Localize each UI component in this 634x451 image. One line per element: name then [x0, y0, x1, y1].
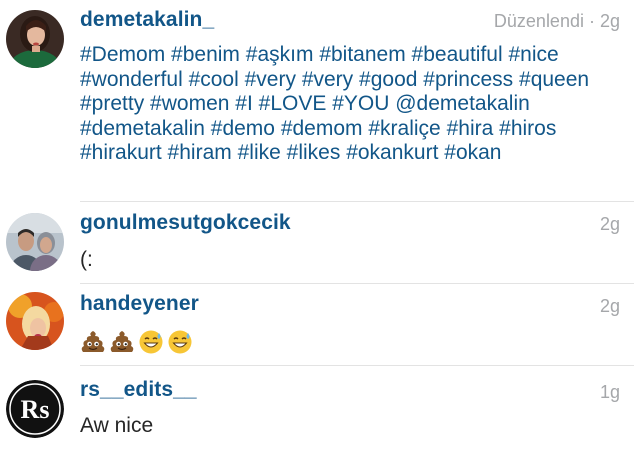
hashtag-link[interactable]: #very — [302, 68, 353, 91]
grinning-sweat-emoji — [168, 330, 192, 354]
hashtag-link[interactable]: #cool — [189, 68, 239, 91]
hashtag-link[interactable]: #okan — [444, 141, 501, 164]
profile-photo-icon — [6, 10, 64, 68]
avatar[interactable] — [6, 213, 64, 271]
hashtag-link[interactable]: #okankurt — [346, 141, 438, 164]
avatar[interactable] — [6, 10, 64, 68]
hashtag-link[interactable]: #demo — [211, 117, 275, 140]
hashtag-link[interactable]: #beautiful — [412, 43, 503, 66]
comment-text: Aw nice — [80, 414, 154, 437]
mention-link[interactable]: @demetakalin — [395, 92, 530, 115]
hashtag-link[interactable]: #princess — [423, 68, 513, 91]
hashtag-link[interactable]: #queen — [519, 68, 589, 91]
hashtag-link[interactable]: #aşkım — [246, 43, 314, 66]
comment-item: Rs rs__edits__ 1g Aw nice — [0, 366, 634, 451]
hashtag-link[interactable]: #hira — [447, 117, 494, 140]
hashtag-link[interactable]: #kraliçe — [368, 117, 440, 140]
comment-timestamp: Düzenlendi · 2g — [493, 11, 620, 31]
hashtag-link[interactable]: #demom — [281, 117, 363, 140]
hashtag-link[interactable]: #hiros — [499, 117, 556, 140]
hashtag-link[interactable]: #like — [238, 141, 281, 164]
hashtag-link[interactable]: #women — [150, 92, 229, 115]
comment-item: gonulmesutgokcecik 2g (: — [0, 202, 634, 284]
avatar[interactable] — [6, 292, 64, 350]
hashtag-link[interactable]: #nice — [508, 43, 558, 66]
comment-timestamp: 2g — [599, 296, 620, 316]
profile-photo-icon — [6, 292, 64, 350]
profile-photo-icon — [6, 213, 64, 271]
hashtag-link[interactable]: #likes — [287, 141, 341, 164]
hashtag-link[interactable]: #good — [359, 68, 417, 91]
hashtag-link[interactable]: #benim — [171, 43, 240, 66]
comment-username[interactable]: demetakalin_ — [80, 8, 214, 32]
hashtag-link[interactable]: #pretty — [80, 92, 144, 115]
hashtag-link[interactable]: #YOU — [332, 92, 389, 115]
hashtag-link[interactable]: #bitanem — [319, 43, 405, 66]
comment-username[interactable]: rs__edits__ — [80, 378, 197, 402]
comment-timestamp: 2g — [599, 214, 620, 234]
rs-logo-text: Rs — [21, 395, 50, 424]
comment-text: #Demom #benim #aşkım #bitanem #beautiful… — [80, 43, 620, 166]
hashtag-link[interactable]: #Demom — [80, 43, 165, 66]
comment-username[interactable]: handeyener — [80, 292, 199, 316]
comment-text: (: — [80, 248, 93, 271]
pile-of-poo-emoji — [81, 331, 105, 352]
hashtag-link[interactable]: #demetakalin — [80, 117, 205, 140]
pile-of-poo-emoji — [110, 331, 134, 352]
rs-logo-icon: Rs — [6, 380, 64, 438]
comment-item: demetakalin_ Düzenlendi · 2g #Demom #ben… — [0, 0, 634, 202]
grinning-sweat-emoji — [139, 330, 163, 354]
hashtag-link[interactable]: #very — [245, 68, 296, 91]
hashtag-link[interactable]: #I — [235, 92, 253, 115]
hashtag-link[interactable]: #hiram — [168, 141, 232, 164]
hashtag-link[interactable]: #hirakurt — [80, 141, 162, 164]
hashtag-link[interactable]: #wonderful — [80, 68, 183, 91]
comment-item: handeyener 2g — [0, 284, 634, 366]
comment-username[interactable]: gonulmesutgokcecik — [80, 211, 291, 235]
comment-emoji-row — [80, 329, 193, 355]
comment-timestamp: 1g — [599, 382, 620, 402]
avatar[interactable]: Rs — [6, 380, 64, 438]
hashtag-link[interactable]: #LOVE — [259, 92, 327, 115]
